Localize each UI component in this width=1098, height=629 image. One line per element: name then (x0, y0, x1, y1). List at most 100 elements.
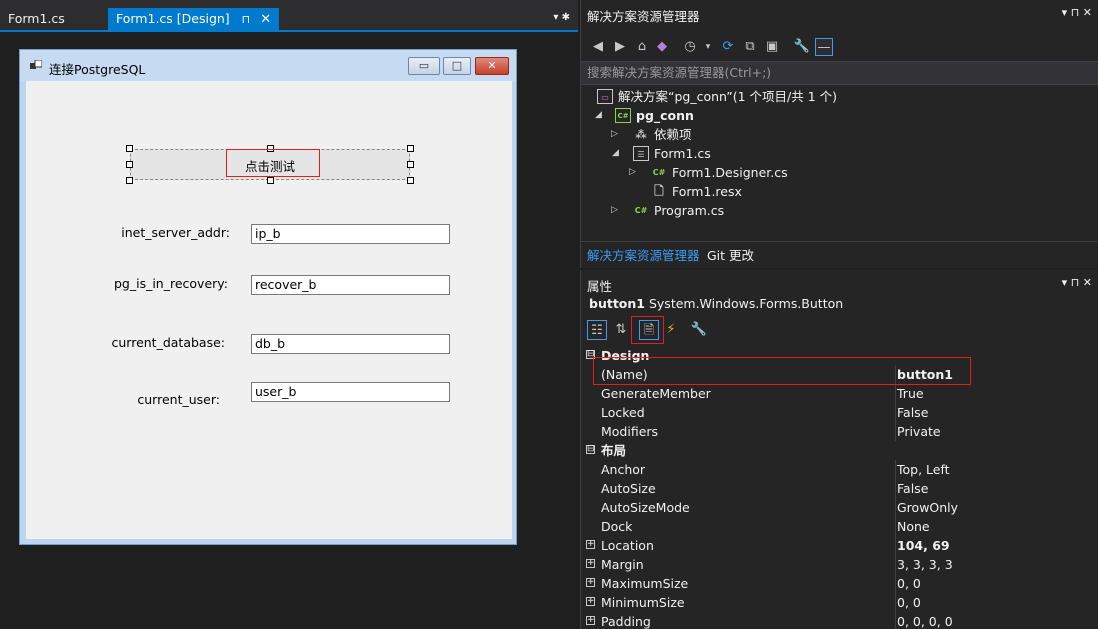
pin-icon[interactable]: ⊓ (242, 13, 251, 26)
tree-item-label: Program.cs (654, 203, 725, 218)
textbox-recover[interactable]: recover_b (251, 275, 450, 295)
property-row[interactable]: Anchor Top, Left (581, 460, 1098, 479)
resize-handle[interactable] (407, 161, 414, 168)
tab-git-changes[interactable]: Git 更改 (707, 245, 754, 264)
show-all-files-icon[interactable]: ▣ (763, 38, 781, 56)
property-value[interactable]: Top, Left (897, 460, 950, 479)
tree-item-form1-resx[interactable]: 🗋 Form1.resx (581, 182, 1098, 201)
property-row[interactable]: + Margin 3, 3, 3, 3 (581, 555, 1098, 574)
expand-icon[interactable]: + (586, 540, 595, 549)
expanded-arrow-icon[interactable]: ◢ (612, 144, 619, 163)
column-divider (895, 422, 896, 441)
collapsed-arrow-icon[interactable]: ▷ (611, 125, 618, 144)
panel-options-icon[interactable]: ▾ ⊓ ✕ (1062, 6, 1092, 19)
property-row[interactable]: Locked False (581, 403, 1098, 422)
label-inet-server-addr: inet_server_addr: (121, 225, 230, 240)
property-row[interactable]: + Location 104, 69 (581, 536, 1098, 555)
property-row[interactable]: AutoSizeMode GrowOnly (581, 498, 1098, 517)
property-value[interactable]: False (897, 403, 928, 422)
close-tab-icon[interactable]: ✕ (260, 12, 271, 27)
property-value[interactable]: 104, 69 (897, 536, 950, 555)
expand-icon[interactable]: + (586, 597, 595, 606)
property-row[interactable]: + MaximumSize 0, 0 (581, 574, 1098, 593)
maximize-button[interactable]: □ (443, 57, 471, 75)
property-row[interactable]: AutoSize False (581, 479, 1098, 498)
tab-form1-design[interactable]: Form1.cs [Design] ⊓ ✕ (108, 8, 280, 30)
property-row[interactable]: Dock None (581, 517, 1098, 536)
collapse-all-icon[interactable]: ⧉ (741, 38, 759, 56)
resize-handle[interactable] (267, 177, 274, 184)
wrench-icon[interactable]: 🔧 (793, 38, 811, 56)
expand-icon[interactable]: + (586, 616, 595, 625)
expand-icon[interactable]: + (586, 559, 595, 568)
close-icon: ✕ (487, 59, 497, 72)
property-name: Margin (601, 557, 644, 572)
solution-explorer-panel: 解决方案资源管理器 ▾ ⊓ ✕ ◀ ▶ ⌂ ◆ ◷ ▾ ⟳ ⧉ ▣ 🔧 — 搜索… (580, 0, 1098, 268)
vs-switch-views-icon[interactable]: ◆ (653, 38, 671, 56)
form-client-area: 点击测试 inet_server_addr: ip_b pg_is_in_rec… (26, 81, 512, 539)
history-icon[interactable]: ◷ (681, 38, 699, 56)
column-divider (895, 555, 896, 574)
highlight-box (631, 316, 664, 344)
textbox-ip[interactable]: ip_b (251, 224, 450, 244)
form-window[interactable]: 连接PostgreSQL ▭ □ ✕ 点击测试 inet_server_addr… (19, 49, 517, 545)
refresh-icon[interactable]: ⟳ (719, 38, 737, 56)
column-divider (895, 517, 896, 536)
solution-explorer-tabs: 解决方案资源管理器 Git 更改 (581, 241, 1098, 265)
resize-handle[interactable] (126, 177, 133, 184)
tree-item-form1[interactable]: ◢ ☰ Form1.cs (581, 144, 1098, 163)
property-category[interactable]: ⊟ 布局 (581, 441, 1098, 460)
categorized-icon[interactable]: ☷ (587, 320, 607, 340)
tree-item-label: Form1.resx (672, 184, 742, 199)
panel-options-icon[interactable]: ▾ ⊓ ✕ (1062, 276, 1092, 289)
tab-form1-cs[interactable]: Form1.cs (0, 8, 73, 30)
property-value[interactable]: 0, 0 (897, 593, 921, 612)
object-selector[interactable]: button1 System.Windows.Forms.Button (589, 296, 843, 311)
expand-icon[interactable]: + (586, 578, 595, 587)
property-value[interactable]: 0, 0 (897, 574, 921, 593)
tree-item-program[interactable]: ▷ C# Program.cs (581, 201, 1098, 220)
tab-dropdown-icon[interactable]: ▾ ✱ (553, 12, 570, 23)
property-value[interactable]: Private (897, 422, 941, 441)
resize-handle[interactable] (126, 145, 133, 152)
preview-selected-icon[interactable]: — (815, 38, 833, 56)
resize-handle[interactable] (126, 161, 133, 168)
tab-solution-explorer[interactable]: 解决方案资源管理器 (587, 245, 700, 264)
dependencies-icon: ⁂ (635, 128, 647, 141)
collapsed-arrow-icon[interactable]: ▷ (611, 201, 618, 220)
back-icon[interactable]: ◀ (589, 38, 607, 56)
property-row[interactable]: + Padding 0, 0, 0, 0 (581, 612, 1098, 629)
minimize-button[interactable]: ▭ (408, 57, 440, 75)
tree-item-label: pg_conn (636, 108, 694, 123)
chevron-down-icon[interactable]: ▾ (699, 38, 717, 56)
tree-item-project[interactable]: ◢ C# pg_conn (581, 106, 1098, 125)
tree-item-dependencies[interactable]: ▷ ⁂ 依赖项 (581, 125, 1098, 144)
property-value[interactable]: 0, 0, 0, 0 (897, 612, 953, 629)
property-row[interactable]: Modifiers Private (581, 422, 1098, 441)
property-value[interactable]: None (897, 517, 930, 536)
property-value[interactable]: GrowOnly (897, 498, 958, 517)
textbox-db[interactable]: db_b (251, 334, 450, 354)
tree-item-form1-designer[interactable]: ▷ C# Form1.Designer.cs (581, 163, 1098, 182)
property-pages-icon[interactable]: 🔧 (689, 320, 709, 340)
events-icon[interactable]: ⚡ (661, 320, 681, 340)
tree-item-solution[interactable]: ▭ 解决方案“pg_conn”(1 个项目/共 1 个) (581, 87, 1098, 106)
solution-search-input[interactable]: 搜索解决方案资源管理器(Ctrl+;) (581, 61, 1098, 85)
property-value[interactable]: 3, 3, 3, 3 (897, 555, 953, 574)
collapsed-arrow-icon[interactable]: ▷ (629, 163, 636, 182)
home-icon[interactable]: ⌂ (633, 38, 651, 56)
forward-icon[interactable]: ▶ (611, 38, 629, 56)
property-name: Dock (601, 519, 633, 534)
property-row[interactable]: GenerateMember True (581, 384, 1098, 403)
property-value[interactable]: False (897, 479, 928, 498)
close-button[interactable]: ✕ (475, 57, 509, 75)
expanded-arrow-icon[interactable]: ◢ (595, 106, 602, 125)
property-value[interactable]: True (897, 384, 924, 403)
collapse-icon[interactable]: ⊟ (586, 445, 595, 454)
resize-handle[interactable] (407, 177, 414, 184)
property-row[interactable]: + MinimumSize 0, 0 (581, 593, 1098, 612)
form-title: 连接PostgreSQL (49, 62, 146, 77)
alphabetical-icon[interactable]: ⇅ (611, 320, 631, 340)
resize-handle[interactable] (407, 145, 414, 152)
textbox-user[interactable]: user_b (251, 382, 450, 402)
